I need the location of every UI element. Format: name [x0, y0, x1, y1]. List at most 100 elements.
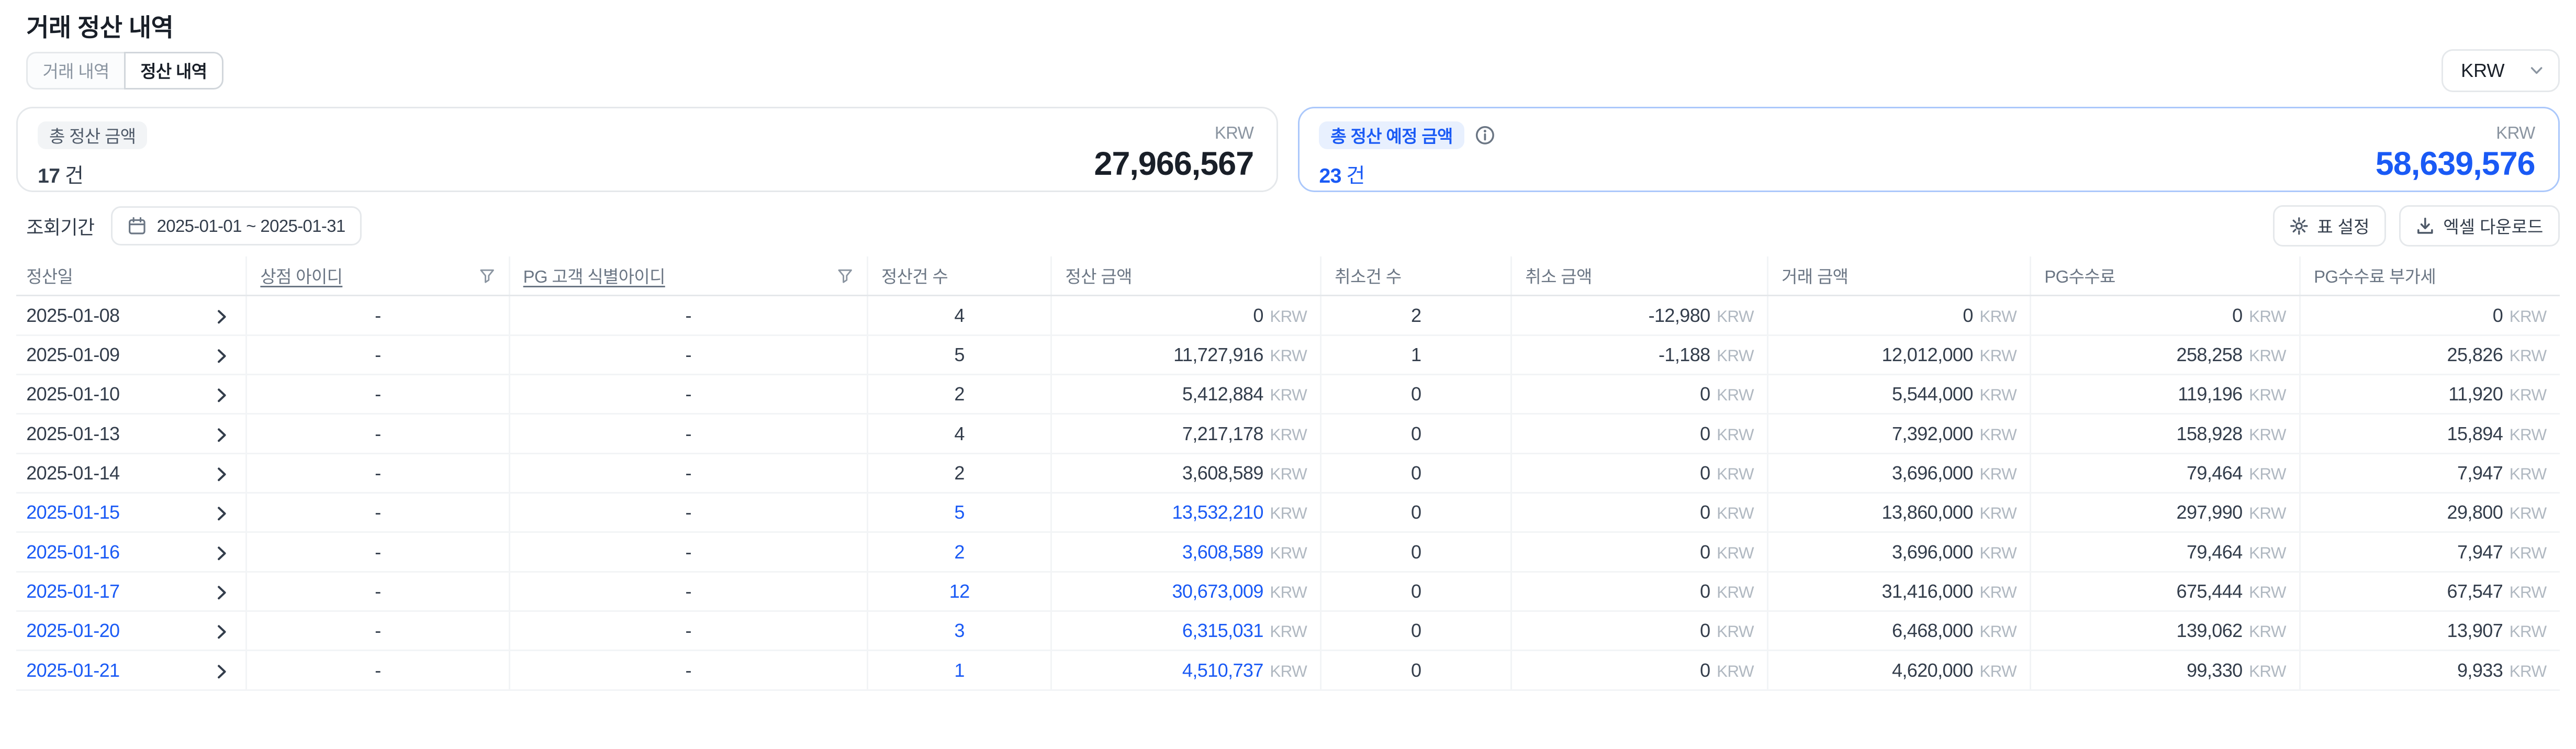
settlement-date-cell: 2025-01-08	[16, 296, 197, 335]
col-pg-customer-id-label: PG 고객 식별아이디	[523, 263, 665, 288]
excel-download-label: 엑셀 다운로드	[2443, 214, 2543, 238]
info-icon[interactable]	[1474, 125, 1496, 146]
settlement-date-cell: 2025-01-09	[16, 335, 197, 374]
krw-suffix: KRW	[2510, 544, 2547, 562]
cancel-amount-value: 0	[1700, 541, 1710, 563]
row-expand-cell[interactable]	[197, 611, 247, 651]
settlement-amount-value: 3,608,589	[1182, 541, 1263, 563]
table-row[interactable]: 2025-01-21 - - 1 4,510,737KRW 0 0KRW 4,6…	[16, 651, 2559, 690]
chevron-right-icon[interactable]	[212, 584, 231, 602]
krw-suffix: KRW	[1270, 504, 1307, 522]
krw-suffix: KRW	[2249, 426, 2286, 444]
row-expand-cell[interactable]	[197, 335, 247, 374]
settlement-table: 정산일 상점 아이디 PG 고객 식별아이디 정산건 수 정산 금액 취소	[16, 256, 2559, 691]
pg-fee-value: 297,990	[2177, 501, 2243, 523]
chevron-right-icon[interactable]	[212, 623, 231, 641]
settlement-amount-cell: 6,315,031KRW	[1051, 611, 1321, 651]
row-expand-cell[interactable]	[197, 493, 247, 532]
pg-fee-vat-cell: 13,907 KRW	[2300, 611, 2559, 651]
chevron-right-icon[interactable]	[212, 386, 231, 405]
chevron-right-icon[interactable]	[212, 663, 231, 681]
filter-funnel-icon[interactable]	[479, 267, 495, 284]
settlement-count-cell: 2	[867, 375, 1051, 414]
row-expand-cell[interactable]	[197, 296, 247, 335]
transaction-amount-cell: 7,392,000KRW	[1767, 414, 2030, 453]
pg-fee-vat-cell: 0KRW	[2300, 296, 2559, 335]
pg-customer-id-cell: -	[509, 651, 867, 690]
table-row[interactable]: 2025-01-17 - - 12 30,673,009KRW 0 0KRW 3…	[16, 572, 2559, 611]
page-title: 거래 정산 내역	[26, 13, 2559, 43]
filter-bar: 조회기간 2025-01-01 ~ 2025-01-31 표 설정 엑셀 다운로…	[16, 205, 2559, 246]
col-cancel-count: 취소건 수	[1321, 256, 1511, 296]
cancel-count-cell: 1	[1321, 335, 1511, 374]
row-expand-cell[interactable]	[197, 532, 247, 572]
pg-fee-cell: 0KRW	[2031, 296, 2300, 335]
settlement-date-cell: 2025-01-10	[16, 375, 197, 414]
row-expand-cell[interactable]	[197, 375, 247, 414]
pg-fee-value: 119,196	[2178, 383, 2242, 405]
settled-card-right: KRW 27,966,567	[1094, 121, 1253, 191]
currency-select[interactable]: KRW	[2441, 49, 2560, 92]
settlement-count-cell: 5	[867, 335, 1051, 374]
tab-transaction-history[interactable]: 거래 내역	[26, 52, 124, 90]
krw-suffix: KRW	[2249, 346, 2286, 365]
table-row[interactable]: 2025-01-13 - - 4 7,217,178KRW 0 0KRW 7,3…	[16, 414, 2559, 453]
chevron-right-icon[interactable]	[212, 465, 231, 484]
table-row[interactable]: 2025-01-08 - - 4 0KRW 2 -12,980KRW 0KRW …	[16, 296, 2559, 335]
cancel-amount-cell: 0KRW	[1511, 375, 1768, 414]
cancel-amount-value: 0	[1700, 501, 1710, 523]
table-row[interactable]: 2025-01-09 - - 5 11,727,916KRW 1 -1,188K…	[16, 335, 2559, 374]
table-row[interactable]: 2025-01-16 - - 2 3,608,589KRW 0 0KRW 3,6…	[16, 532, 2559, 572]
settlement-amount-cell: 0KRW	[1051, 296, 1321, 335]
krw-suffix: KRW	[1270, 346, 1307, 365]
chevron-right-icon[interactable]	[212, 426, 231, 444]
settled-card-left: 총 정산 금액 17건	[38, 121, 147, 191]
cancel-count-cell: 0	[1321, 611, 1511, 651]
table-row[interactable]: 2025-01-10 - - 2 5,412,884KRW 0 0KRW 5,5…	[16, 375, 2559, 414]
excel-download-button[interactable]: 엑셀 다운로드	[2399, 205, 2560, 246]
pg-fee-value: 258,258	[2177, 344, 2243, 365]
pg-fee-cell: 139,062KRW	[2031, 611, 2300, 651]
settings-gear-icon	[2289, 216, 2309, 236]
krw-suffix: KRW	[1717, 386, 1754, 404]
pg-fee-vat-value: 13,907	[2447, 620, 2503, 641]
settled-currency-label: KRW	[1094, 123, 1253, 143]
pg-customer-id-cell: -	[509, 611, 867, 651]
row-expand-cell[interactable]	[197, 414, 247, 453]
col-settlement-date: 정산일	[16, 256, 197, 296]
calendar-icon	[127, 216, 147, 236]
download-icon	[2415, 216, 2435, 236]
table-row[interactable]: 2025-01-15 - - 5 13,532,210KRW 0 0KRW 13…	[16, 493, 2559, 532]
period-label: 조회기간	[26, 213, 94, 240]
tab-settlement-history[interactable]: 정산 내역	[124, 52, 223, 90]
pg-fee-vat-cell: 7,947KRW	[2300, 453, 2559, 493]
krw-suffix: KRW	[2510, 662, 2547, 680]
pg-fee-cell: 99,330KRW	[2031, 651, 2300, 690]
chevron-right-icon[interactable]	[212, 505, 231, 523]
krw-suffix: KRW	[1270, 544, 1307, 562]
table-row[interactable]: 2025-01-14 - - 2 3,608,589KRW 0 0KRW 3,6…	[16, 453, 2559, 493]
chevron-right-icon[interactable]	[212, 544, 231, 563]
table-row[interactable]: 2025-01-20 - - 3 6,315,031KRW 0 0KRW 6,4…	[16, 611, 2559, 651]
chevron-right-icon[interactable]	[212, 308, 231, 326]
transaction-amount-cell: 3,696,000KRW	[1767, 532, 2030, 572]
pg-customer-id-cell: -	[509, 572, 867, 611]
col-store-id[interactable]: 상점 아이디	[247, 256, 509, 296]
row-expand-cell[interactable]	[197, 453, 247, 493]
filter-funnel-icon[interactable]	[837, 267, 853, 284]
cancel-amount-value: 0	[1700, 423, 1710, 444]
col-store-id-label: 상점 아이디	[260, 263, 342, 288]
krw-suffix: KRW	[1717, 346, 1754, 365]
chevron-right-icon[interactable]	[212, 347, 231, 365]
row-expand-cell[interactable]	[197, 651, 247, 690]
row-expand-cell[interactable]	[197, 572, 247, 611]
krw-suffix: KRW	[2510, 622, 2547, 641]
settlement-count-cell: 4	[867, 414, 1051, 453]
col-pg-customer-id[interactable]: PG 고객 식별아이디	[509, 256, 867, 296]
table-settings-button[interactable]: 표 설정	[2273, 205, 2386, 246]
expected-total-card: 총 정산 예정 금액 23건 KRW 58,639,576	[1298, 107, 2560, 192]
date-range-input[interactable]: 2025-01-01 ~ 2025-01-31	[111, 206, 362, 245]
pg-customer-id-cell: -	[509, 532, 867, 572]
settlement-table-body: 2025-01-08 - - 4 0KRW 2 -12,980KRW 0KRW …	[16, 296, 2559, 690]
pg-fee-cell: 79,464KRW	[2031, 532, 2300, 572]
